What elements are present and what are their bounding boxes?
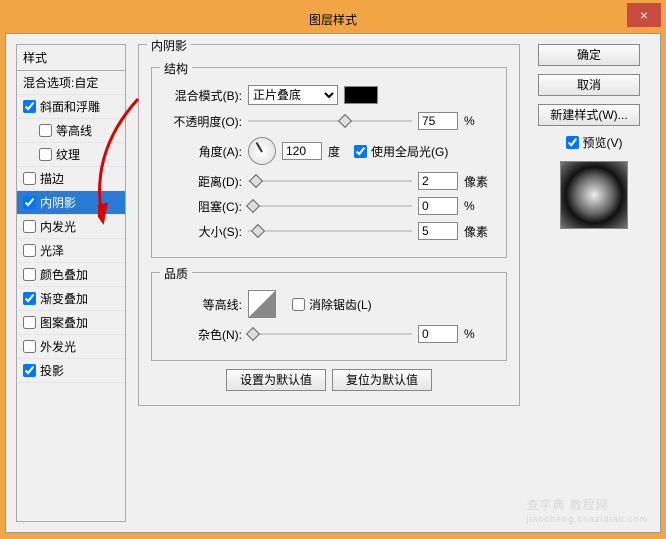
reset-default-button[interactable]: 复位为默认值 (332, 369, 432, 391)
sidebar-blend-options[interactable]: 混合选项:自定 (17, 71, 125, 95)
size-input[interactable] (418, 222, 458, 240)
pct-unit: % (464, 199, 494, 213)
choke-input[interactable] (418, 197, 458, 215)
noise-input[interactable] (418, 325, 458, 343)
antialias-checkbox[interactable]: 消除锯齿(L) (292, 296, 372, 313)
opacity-input[interactable] (418, 112, 458, 130)
sidebar-item-描边[interactable]: 描边 (17, 167, 125, 191)
size-slider[interactable] (248, 224, 412, 238)
angle-label: 角度(A): (164, 143, 242, 160)
structure-group: 结构 混合模式(B): 正片叠底 不透明度(O): % 角度(A): 度 (151, 67, 507, 258)
opacity-slider[interactable] (248, 114, 412, 128)
quality-group: 品质 等高线: 消除锯齿(L) 杂色(N): % (151, 272, 507, 361)
contour-picker[interactable] (248, 290, 276, 318)
blendmode-select[interactable]: 正片叠底 (248, 85, 338, 105)
cancel-button[interactable]: 取消 (538, 74, 640, 96)
quality-legend: 品质 (160, 265, 192, 282)
opacity-label: 不透明度(O): (164, 113, 242, 130)
angle-dial[interactable] (248, 137, 276, 165)
choke-slider[interactable] (248, 199, 412, 213)
sidebar-item-投影[interactable]: 投影 (17, 359, 125, 383)
sidebar-item-等高线[interactable]: 等高线 (17, 119, 125, 143)
set-default-button[interactable]: 设置为默认值 (226, 369, 326, 391)
contour-label: 等高线: (164, 296, 242, 313)
sidebar-item-内阴影[interactable]: 内阴影 (17, 191, 125, 215)
distance-slider[interactable] (248, 174, 412, 188)
new-style-button[interactable]: 新建样式(W)... (538, 104, 640, 126)
noise-slider[interactable] (248, 327, 412, 341)
noise-label: 杂色(N): (164, 326, 242, 343)
sidebar-item-光泽[interactable]: 光泽 (17, 239, 125, 263)
global-light-checkbox[interactable]: 使用全局光(G) (354, 143, 448, 160)
structure-legend: 结构 (160, 60, 192, 77)
blendmode-label: 混合模式(B): (164, 87, 242, 104)
panel-title: 内阴影 (147, 37, 191, 54)
close-button[interactable]: × (627, 3, 661, 27)
distance-input[interactable] (418, 172, 458, 190)
sidebar-item-内发光[interactable]: 内发光 (17, 215, 125, 239)
sidebar-item-渐变叠加[interactable]: 渐变叠加 (17, 287, 125, 311)
sidebar-header: 样式 (17, 45, 125, 71)
ok-button[interactable]: 确定 (538, 44, 640, 66)
sidebar-item-外发光[interactable]: 外发光 (17, 335, 125, 359)
inner-shadow-panel: 内阴影 结构 混合模式(B): 正片叠底 不透明度(O): % 角度(A): (138, 44, 520, 406)
degree-unit: 度 (328, 143, 340, 160)
styles-sidebar: 样式 混合选项:自定 斜面和浮雕等高线纹理描边内阴影内发光光泽颜色叠加渐变叠加图… (16, 44, 126, 522)
distance-label: 距离(D): (164, 173, 242, 190)
watermark: 查字典 教程网 jiaocheng.chazidian.com (526, 496, 648, 524)
dialog-title: 图层样式 (309, 11, 357, 28)
size-label: 大小(S): (164, 223, 242, 240)
sidebar-item-图案叠加[interactable]: 图案叠加 (17, 311, 125, 335)
px-unit: 像素 (464, 223, 494, 240)
preview-checkbox[interactable]: 预览(V) (538, 134, 650, 151)
pct-unit: % (464, 114, 494, 128)
shadow-color-swatch[interactable] (344, 86, 378, 104)
choke-label: 阻塞(C): (164, 198, 242, 215)
angle-input[interactable] (282, 142, 322, 160)
sidebar-item-颜色叠加[interactable]: 颜色叠加 (17, 263, 125, 287)
sidebar-item-斜面和浮雕[interactable]: 斜面和浮雕 (17, 95, 125, 119)
sidebar-item-纹理[interactable]: 纹理 (17, 143, 125, 167)
preview-swatch (560, 161, 628, 229)
px-unit: 像素 (464, 173, 494, 190)
pct-unit: % (464, 327, 494, 341)
